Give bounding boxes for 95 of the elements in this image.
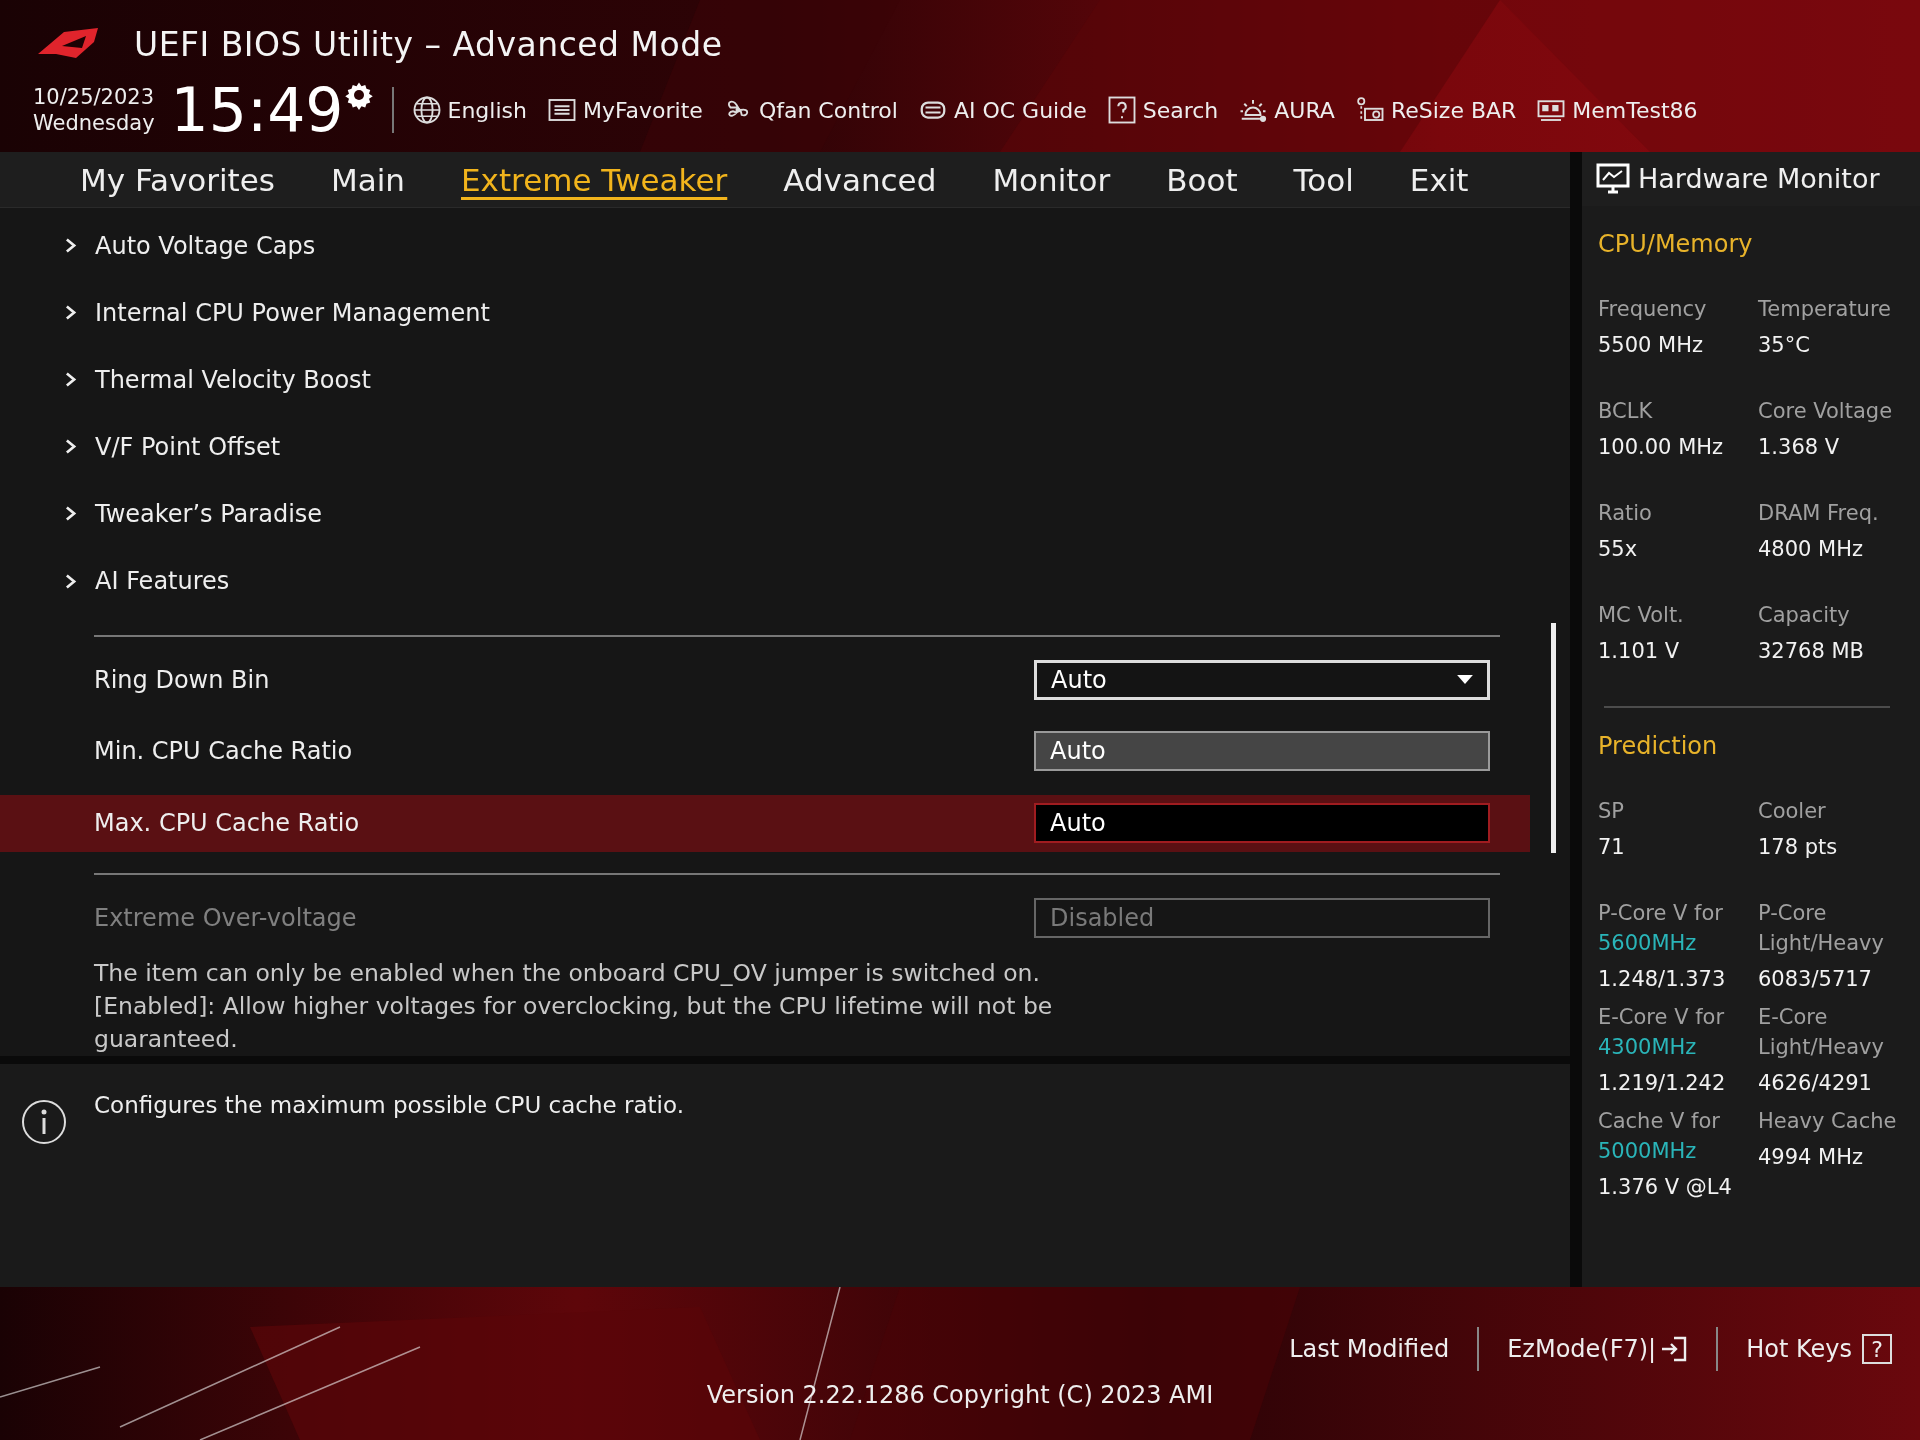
footer-button[interactable]: Hot Keys ? <box>1746 1334 1892 1364</box>
stat-label: P-Core Light/Heavy <box>1758 900 1885 957</box>
stat-label: Heavy Cache <box>1758 1108 1898 1135</box>
menu-tab[interactable]: Tool <box>1265 152 1382 207</box>
dropdown[interactable]: Auto <box>1034 659 1490 700</box>
stat-value: 32768 MB <box>1758 638 1865 665</box>
toolbar-button[interactable]: Qfan Control <box>722 95 898 125</box>
toolbar-button[interactable]: MemTest86 <box>1536 95 1698 125</box>
clock-time: 15:49 <box>170 78 344 142</box>
stat-value: 1.376 V @L4 <box>1598 1174 1733 1201</box>
stat-value: 71 <box>1598 834 1626 861</box>
stat-label: P-Core V for <box>1598 900 1724 927</box>
stat-value: 100.00 MHz <box>1598 434 1725 461</box>
day-text: Wednesday <box>33 110 155 136</box>
chevron-icon <box>64 304 77 322</box>
toolbar-button[interactable]: MyFavorite <box>546 95 703 125</box>
scrollbar[interactable] <box>1551 623 1556 853</box>
stat-label: Temperature <box>1758 296 1893 323</box>
footer-button[interactable]: EzMode(F7)| <box>1507 1335 1689 1363</box>
menu-tab[interactable]: Advanced <box>755 152 965 207</box>
stat-value: 35°C <box>1758 332 1811 359</box>
help-icon <box>1106 95 1137 125</box>
toolbar-button[interactable]: AURA <box>1238 95 1335 125</box>
globe-icon <box>411 95 442 125</box>
menu-tab[interactable]: Exit <box>1381 152 1497 207</box>
info-icon <box>20 1098 68 1146</box>
submenu-item[interactable]: V/F Point Offset <box>0 413 1570 481</box>
stat-value: 4994 MHz <box>1758 1144 1865 1171</box>
menu-tab[interactable]: Extreme Tweaker <box>433 152 756 207</box>
footer-button[interactable]: Last Modified <box>1289 1335 1450 1363</box>
stat-value: 55x <box>1598 536 1639 563</box>
key-badge: ? <box>1862 1334 1892 1364</box>
setting-row[interactable]: Ring Down Bin Auto <box>0 651 1530 709</box>
stat-value: 1.248/1.373 <box>1598 966 1727 993</box>
stat-value: 1.219/1.242 <box>1598 1070 1727 1097</box>
stat-label: Core Voltage <box>1758 398 1894 425</box>
stat-value: 5500 MHz <box>1598 332 1705 359</box>
stat-label: E-Core V for <box>1598 1004 1726 1031</box>
stat-frequency: 5600MHz <box>1598 930 1698 957</box>
chevron-icon <box>64 237 77 255</box>
stat-value: 4626/4291 <box>1758 1070 1873 1097</box>
toolbar-button[interactable]: AI OC Guide <box>917 95 1087 125</box>
version-text: Version 2.22.1286 Copyright (C) 2023 AMI <box>706 1381 1214 1409</box>
stat-value: 1.368 V <box>1758 434 1841 461</box>
input-field[interactable]: Auto <box>1034 731 1490 772</box>
submenu-item[interactable]: Internal CPU Power Management <box>0 279 1570 347</box>
section-heading: Prediction <box>1598 732 1719 760</box>
chevron-icon <box>64 371 77 389</box>
menu-tab[interactable]: Boot <box>1138 152 1266 207</box>
stat-label: Cache V for <box>1598 1108 1721 1135</box>
chevron-icon <box>64 438 77 456</box>
setting-row[interactable]: Min. CPU Cache Ratio Auto <box>0 723 1530 780</box>
section-heading: CPU/Memory <box>1598 230 1754 258</box>
chevron-icon <box>64 572 77 590</box>
stat-label: SP <box>1598 798 1625 825</box>
stat-frequency: 5000MHz <box>1598 1138 1698 1165</box>
input-field[interactable]: Auto <box>1034 803 1490 844</box>
setting-label: Ring Down Bin <box>94 665 270 694</box>
setting-label: Min. CPU Cache Ratio <box>94 737 353 766</box>
exit-icon <box>1660 1335 1689 1363</box>
menu-tab[interactable]: Main <box>303 152 433 207</box>
submenu-item[interactable]: Thermal Velocity Boost <box>0 346 1570 414</box>
setting-description: The item can only be enabled when the onboard CPU_OV jumper is switched on. [Enabled]: Allow higher voltages for overclocking, but the CPU lifetime will not be guaranteed. <box>94 958 1054 1056</box>
selected-setting-row[interactable]: Max. CPU Cache Ratio Auto <box>0 794 1530 852</box>
toolbar-button[interactable]: Search <box>1106 95 1219 125</box>
caret-icon <box>1457 675 1473 685</box>
submenu-item[interactable]: Auto Voltage Caps <box>0 212 1570 280</box>
stat-label: Ratio <box>1598 500 1653 527</box>
stat-label: BCLK <box>1598 398 1654 425</box>
stat-value: 4800 MHz <box>1758 536 1865 563</box>
toolbar-button[interactable]: English <box>411 95 527 125</box>
toolbar-button[interactable]: ReSize BAR <box>1354 95 1517 125</box>
stat-label: DRAM Freq. <box>1758 500 1880 527</box>
date-text: 10/25/2023 <box>33 84 155 110</box>
setting-label: Max. CPU Cache Ratio <box>94 809 360 838</box>
menu-tab[interactable]: My Favorites <box>52 152 303 207</box>
setting-label: Extreme Over-voltage <box>94 903 357 932</box>
submenu-item[interactable]: AI Features <box>0 547 1570 615</box>
stat-label: E-Core Light/Heavy <box>1758 1004 1885 1061</box>
window-title: UEFI BIOS Utility – Advanced Mode <box>134 24 723 64</box>
stat-value: 1.101 V <box>1598 638 1681 665</box>
panel-title: Hardware Monitor <box>1638 163 1880 194</box>
stat-label: Cooler <box>1758 798 1827 825</box>
settings-icon[interactable] <box>343 80 374 110</box>
stat-frequency: 4300MHz <box>1598 1034 1698 1061</box>
menu-tab[interactable]: Monitor <box>964 152 1139 207</box>
chevron-icon <box>64 505 77 523</box>
stat-label: Frequency <box>1598 296 1708 323</box>
monitor-icon <box>1596 162 1630 195</box>
submenu-item[interactable]: Tweaker’s Paradise <box>0 480 1570 548</box>
help-text: Configures the maximum possible CPU cache ratio. <box>94 1092 684 1118</box>
stat-value: 6083/5717 <box>1758 966 1873 993</box>
stat-label: MC Volt. <box>1598 602 1685 629</box>
stat-label: Capacity <box>1758 602 1851 629</box>
stat-value: 178 pts <box>1758 834 1839 861</box>
